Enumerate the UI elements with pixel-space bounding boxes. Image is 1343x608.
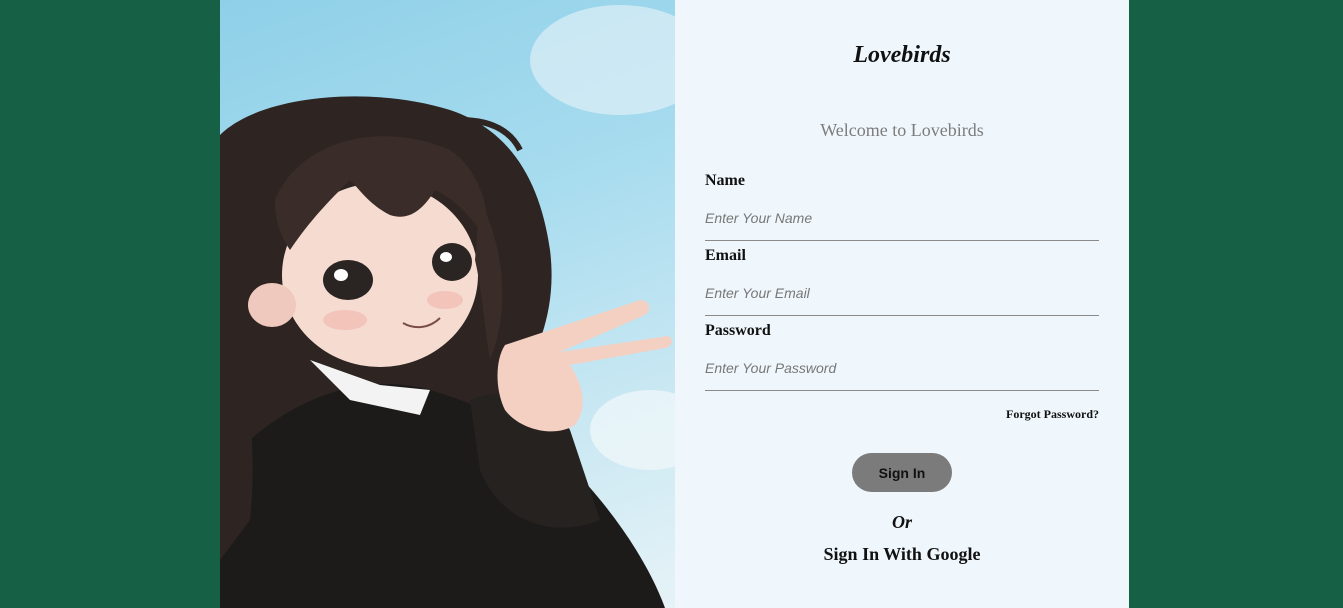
name-input[interactable]: [705, 196, 1099, 241]
anime-girl-illustration: [220, 5, 675, 608]
name-field: Name: [705, 172, 1099, 241]
email-field: Email: [705, 247, 1099, 316]
login-card: Lovebirds Welcome to Lovebirds Name Emai…: [220, 0, 1129, 608]
name-label: Name: [705, 172, 745, 189]
google-sign-in-link[interactable]: Sign In With Google: [675, 544, 1129, 565]
welcome-text: Welcome to Lovebirds: [820, 120, 984, 140]
password-field: Password: [705, 322, 1099, 391]
email-label: Email: [705, 247, 746, 264]
brand-title: Lovebirds: [853, 42, 951, 68]
hero-illustration: [220, 0, 675, 608]
email-input[interactable]: [705, 271, 1099, 316]
login-panel: Lovebirds Welcome to Lovebirds Name Emai…: [675, 0, 1129, 608]
password-input[interactable]: [705, 346, 1099, 391]
forgot-password-link[interactable]: Forgot Password?: [1006, 407, 1099, 422]
sign-in-button[interactable]: Sign In: [852, 453, 952, 492]
or-divider-text: Or: [891, 512, 912, 532]
password-label: Password: [705, 322, 771, 339]
